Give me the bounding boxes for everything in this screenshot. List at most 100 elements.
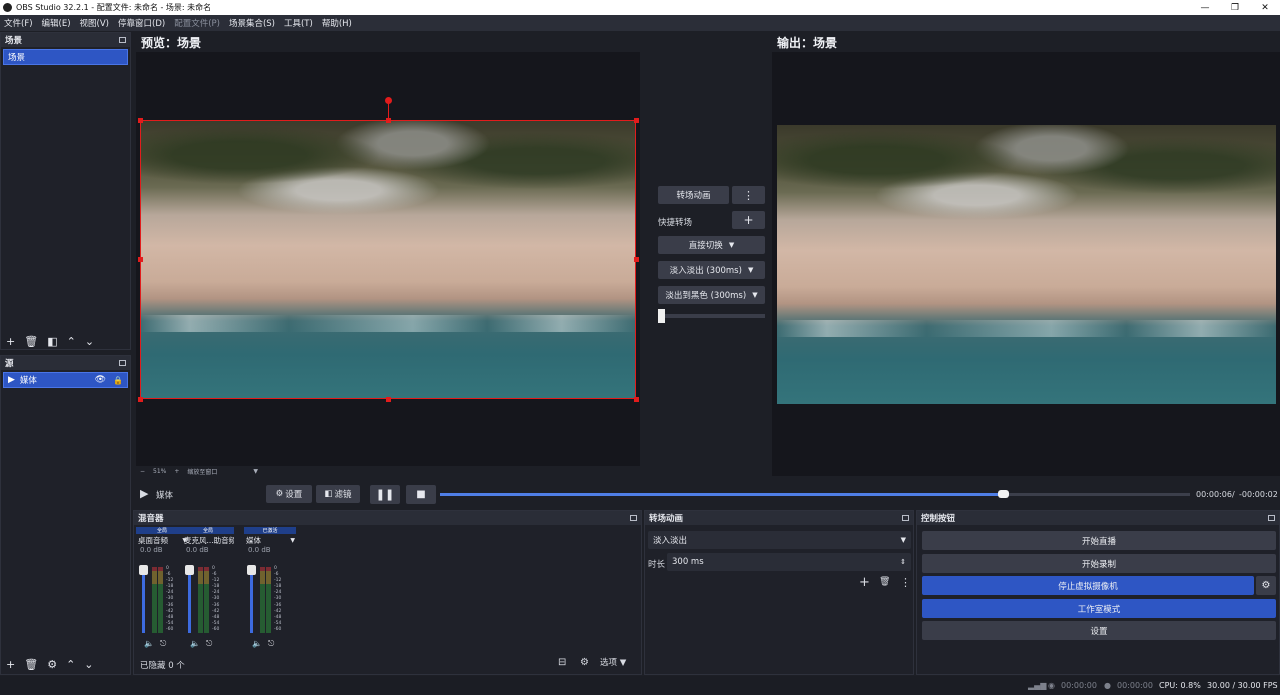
record-time: 00:00:00	[1117, 681, 1153, 690]
speaker-icon[interactable]: 🔈	[252, 639, 268, 648]
volume-fader[interactable]	[142, 567, 145, 633]
add-icon[interactable]: +	[6, 335, 15, 348]
media-progress-bar[interactable]	[440, 490, 1190, 498]
media-progress-knob[interactable]	[997, 490, 1009, 498]
transition-select[interactable]: 淡入淡出 ▼	[648, 531, 911, 549]
stop-virtual-camera-button[interactable]: 停止虚拟摄像机	[922, 576, 1254, 595]
transition-button[interactable]: 转场动画	[658, 186, 729, 204]
menu-edit[interactable]: 编辑(E)	[42, 17, 71, 29]
undock-icon[interactable]	[630, 515, 637, 521]
zoom-out-icon[interactable]: −	[140, 468, 145, 475]
chevron-down-icon[interactable]: ▼	[253, 468, 258, 475]
add-icon[interactable]: +	[859, 575, 870, 590]
undock-icon[interactable]	[119, 360, 126, 366]
start-streaming-button[interactable]: 开始直播	[922, 531, 1276, 550]
move-down-icon[interactable]: ⌄	[85, 335, 94, 348]
more-options-icon[interactable]: ⋮	[732, 186, 765, 204]
menu-file[interactable]: 文件(F)	[4, 17, 33, 29]
move-down-icon[interactable]: ⌄	[84, 658, 93, 671]
speaker-icon[interactable]: 🔈	[144, 639, 160, 648]
db-tick: -48	[166, 614, 174, 620]
trash-icon[interactable]: 🗑	[24, 658, 38, 671]
menu-profile[interactable]: 配置文件(P)	[174, 17, 220, 29]
quick-fade-button[interactable]: 淡入淡出 (300ms) ▼	[658, 261, 765, 279]
start-recording-button[interactable]: 开始录制	[922, 554, 1276, 573]
resize-handle-tl[interactable]	[138, 118, 143, 123]
menu-tools[interactable]: 工具(T)	[284, 17, 313, 29]
undock-icon[interactable]	[902, 515, 909, 521]
rotation-handle[interactable]	[385, 97, 392, 104]
play-icon[interactable]: ▶	[140, 487, 148, 500]
settings-button[interactable]: 设置	[922, 621, 1276, 640]
audio-source-name[interactable]: 麦克风...助音频▼	[182, 534, 234, 546]
resize-handle-ml[interactable]	[138, 257, 143, 262]
monitor-icon[interactable]: ⎋	[160, 639, 172, 648]
menu-help[interactable]: 帮助(H)	[322, 17, 352, 29]
maximize-button[interactable]: ❐	[1220, 3, 1250, 13]
zoom-mode[interactable]: 缩放至窗口	[187, 467, 245, 476]
stop-button[interactable]: ■	[406, 485, 436, 504]
quick-fade-black-button[interactable]: 淡出到黑色 (300ms) ▼	[658, 286, 765, 304]
trash-icon[interactable]: 🗑	[24, 335, 38, 348]
gear-icon[interactable]: ⚙	[47, 658, 57, 671]
tbar-knob[interactable]	[658, 309, 665, 323]
menu-view[interactable]: 视图(V)	[80, 17, 109, 29]
volume-fader-knob[interactable]	[247, 565, 256, 575]
preview-canvas[interactable]	[136, 52, 640, 466]
resize-handle-bl[interactable]	[138, 397, 143, 402]
source-selection-box[interactable]	[140, 120, 636, 399]
media-time-separator: /	[1232, 490, 1235, 499]
resize-handle-mr[interactable]	[634, 257, 639, 262]
mixer-title: 混音器	[138, 514, 164, 524]
monitor-icon[interactable]: ⎋	[206, 639, 218, 648]
volume-fader-knob[interactable]	[185, 565, 194, 575]
audio-source-name[interactable]: 桌面音频 ▼	[136, 534, 188, 546]
mixer-options-button[interactable]: 选项 ▼	[600, 656, 626, 668]
more-options-icon[interactable]: ⋮	[900, 576, 911, 589]
volume-fader[interactable]	[250, 567, 253, 633]
duration-label: 时长	[648, 560, 666, 570]
media-filters-button[interactable]: ◧ 滤镜	[316, 485, 360, 503]
audio-source-name[interactable]: 媒体 ▼	[244, 534, 296, 546]
mixer-strip: 全局 桌面音频 ▼ 0.0 dB 0 -6 -12 -18 -24 -30 -36 -42 -48 -54…	[136, 527, 188, 653]
volume-fader-knob[interactable]	[139, 565, 148, 575]
menu-scene-collection[interactable]: 场景集合(S)	[229, 17, 275, 29]
resize-handle-bc[interactable]	[386, 397, 391, 402]
minimize-button[interactable]: —	[1190, 3, 1220, 13]
lock-icon[interactable]: 🔒	[113, 376, 123, 385]
eye-icon[interactable]: 👁	[95, 375, 106, 385]
filter-icon[interactable]: ◧	[47, 335, 57, 348]
undock-icon[interactable]	[119, 37, 126, 43]
tbar-slider[interactable]	[658, 309, 765, 323]
resize-handle-br[interactable]	[634, 397, 639, 402]
close-button[interactable]: ✕	[1250, 3, 1280, 13]
volume-fader[interactable]	[188, 567, 191, 633]
media-settings-button[interactable]: ⚙ 设置	[266, 485, 312, 503]
add-quick-transition-icon[interactable]: +	[732, 211, 765, 229]
studio-mode-button[interactable]: 工作室模式	[922, 599, 1276, 618]
mixer-header: 混音器	[134, 511, 641, 525]
pause-button[interactable]: ❚❚	[370, 485, 400, 504]
sources-dock: 源 ▶ 媒体 👁 🔒 + 🗑 ⚙ ⌃ ⌄	[0, 355, 131, 675]
monitor-icon[interactable]: ⎋	[268, 639, 280, 648]
zoom-in-icon[interactable]: +	[174, 468, 179, 475]
speaker-icon[interactable]: 🔈	[190, 639, 206, 648]
db-tick: -60	[166, 626, 174, 632]
gear-icon[interactable]: ⚙	[580, 657, 589, 668]
source-item[interactable]: ▶ 媒体 👁 🔒	[3, 372, 128, 388]
resize-handle-tr[interactable]	[634, 118, 639, 123]
move-up-icon[interactable]: ⌃	[66, 658, 75, 671]
move-up-icon[interactable]: ⌃	[67, 335, 76, 348]
scene-item[interactable]: 场景	[3, 49, 128, 65]
add-icon[interactable]: +	[6, 658, 15, 671]
resize-handle-tc[interactable]	[386, 118, 391, 123]
preview-title: 预览：场景	[141, 36, 202, 50]
duration-spinbox[interactable]: 300 ms ⇕	[667, 553, 911, 571]
menu-docks[interactable]: 停靠窗口(D)	[118, 17, 165, 29]
layout-icon[interactable]: ⊟	[558, 657, 566, 668]
virtual-camera-gear-icon[interactable]: ⚙	[1256, 576, 1276, 595]
level-meter	[266, 567, 271, 633]
trash-icon[interactable]: 🗑	[879, 577, 890, 587]
quick-cut-button[interactable]: 直接切换 ▼	[658, 236, 765, 254]
undock-icon[interactable]	[1268, 515, 1275, 521]
